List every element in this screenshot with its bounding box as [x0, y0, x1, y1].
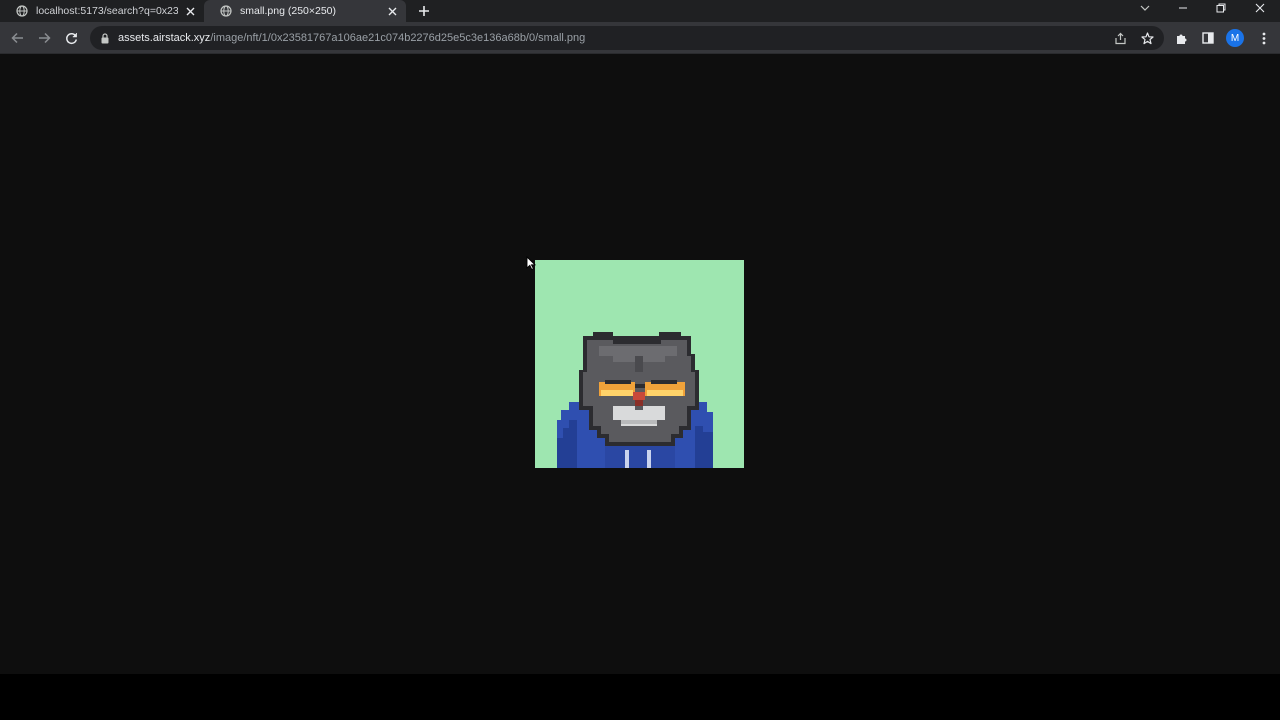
globe-icon — [16, 5, 28, 17]
star-icon — [1140, 31, 1154, 44]
side-panel-button[interactable] — [1198, 28, 1218, 48]
arrow-left-icon — [10, 32, 23, 44]
new-tab-button[interactable] — [415, 2, 433, 20]
page-viewport — [0, 54, 1280, 674]
side-panel-icon — [1202, 32, 1214, 44]
reload-button[interactable] — [61, 28, 81, 48]
lock-icon[interactable] — [100, 32, 110, 44]
close-icon[interactable] — [386, 5, 398, 17]
toolbar: assets.airstack.xyz/image/nft/1/0x235817… — [0, 22, 1280, 54]
arrow-right-icon — [38, 32, 51, 44]
share-button[interactable] — [1110, 28, 1130, 48]
more-vertical-icon — [1262, 32, 1266, 44]
address-bar[interactable]: assets.airstack.xyz/image/nft/1/0x235817… — [90, 26, 1164, 50]
back-button[interactable] — [7, 28, 27, 48]
url-host: assets.airstack.xyz — [118, 32, 211, 44]
forward-button[interactable] — [34, 28, 54, 48]
chevron-down-icon — [1140, 5, 1150, 11]
close-icon[interactable] — [184, 5, 196, 17]
tab-title: localhost:5173/search?q=0x2358 — [36, 5, 178, 17]
close-icon — [1255, 3, 1265, 13]
url-path: /image/nft/1/0x23581767a106ae21c074b2276… — [210, 32, 586, 44]
globe-icon — [220, 5, 232, 17]
profile-avatar[interactable]: M — [1226, 29, 1244, 47]
tab-localhost-search[interactable]: localhost:5173/search?q=0x2358 — [0, 0, 204, 22]
nft-image[interactable] — [535, 260, 744, 468]
menu-button[interactable] — [1254, 28, 1274, 48]
restore-button[interactable] — [1204, 0, 1238, 16]
mouse-cursor — [526, 255, 537, 271]
tab-search-button[interactable] — [1128, 0, 1162, 16]
plus-icon — [419, 6, 429, 16]
share-icon — [1114, 32, 1126, 44]
tab-title: small.png (250×250) — [240, 5, 337, 17]
puzzle-icon — [1176, 34, 1186, 44]
extensions-button[interactable] — [1171, 28, 1191, 48]
tab-small-png[interactable]: small.png (250×250) — [204, 0, 406, 22]
bookmark-button[interactable] — [1137, 28, 1157, 48]
minimize-button[interactable] — [1166, 0, 1200, 16]
url-text: assets.airstack.xyz/image/nft/1/0x235817… — [118, 32, 585, 44]
letterbox-bar — [0, 674, 1280, 720]
minimize-icon — [1179, 7, 1187, 9]
tab-strip: localhost:5173/search?q=0x2358 small.png… — [0, 0, 1280, 22]
restore-icon — [1216, 3, 1226, 13]
reload-icon — [65, 32, 77, 44]
browser-window: localhost:5173/search?q=0x2358 small.png… — [0, 0, 1280, 674]
close-window-button[interactable] — [1243, 0, 1277, 16]
